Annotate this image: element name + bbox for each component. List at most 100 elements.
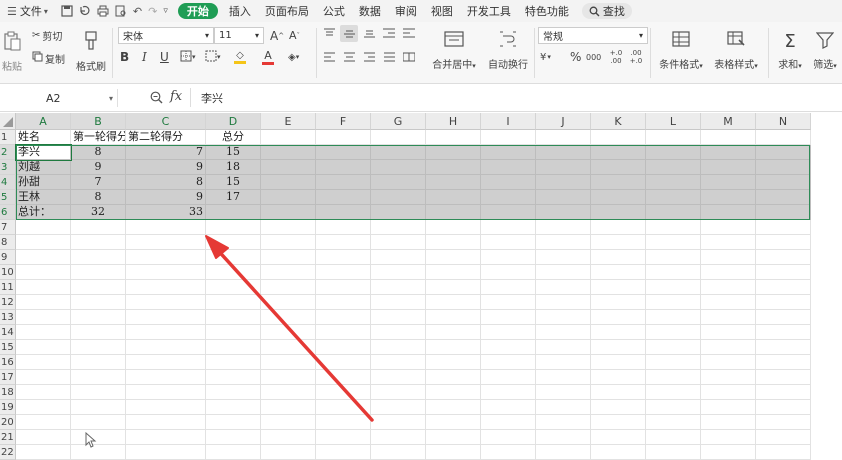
cell-i1[interactable] [481,130,536,145]
cell-i10[interactable] [481,265,536,280]
underline-button[interactable]: U [160,49,169,65]
align-middle-button[interactable] [340,25,358,42]
align-left-button[interactable] [322,50,336,64]
cell-f19[interactable] [316,400,371,415]
column-header-i[interactable]: I [481,113,536,130]
cell-f1[interactable] [316,130,371,145]
cell-j22[interactable] [536,445,591,460]
cell-m3[interactable] [701,160,756,175]
justify-button[interactable] [382,50,396,64]
cell-c1[interactable]: 第二轮得分 [126,130,206,145]
cell-e17[interactable] [261,370,316,385]
cell-b4[interactable]: 7 [71,175,126,190]
cell-g21[interactable] [371,430,426,445]
cell-f5[interactable] [316,190,371,205]
cell-c4[interactable]: 8 [126,175,206,190]
row-header[interactable]: 18 [0,385,16,400]
row-header[interactable]: 20 [0,415,16,430]
cell-h6[interactable] [426,205,481,220]
cell-f8[interactable] [316,235,371,250]
align-center-button[interactable] [342,50,356,64]
cell-i3[interactable] [481,160,536,175]
cell-i8[interactable] [481,235,536,250]
cell-b9[interactable] [71,250,126,265]
cell-e3[interactable] [261,160,316,175]
cell-j9[interactable] [536,250,591,265]
cell-e2[interactable] [261,145,316,160]
cell-b15[interactable] [71,340,126,355]
cell-i18[interactable] [481,385,536,400]
column-header-a[interactable]: A [16,113,71,130]
format-painter-button[interactable]: 格式刷 [76,26,106,78]
cell-i11[interactable] [481,280,536,295]
cell-k4[interactable] [591,175,646,190]
row-header[interactable]: 5 [0,190,16,205]
cell-k12[interactable] [591,295,646,310]
customize-icon[interactable]: ▿ [163,6,168,16]
cell-b12[interactable] [71,295,126,310]
cell-m16[interactable] [701,355,756,370]
cell-g10[interactable] [371,265,426,280]
decrease-font-button[interactable]: Aˇ [289,27,300,44]
percent-button[interactable]: % [570,49,581,65]
cell-i14[interactable] [481,325,536,340]
cell-l11[interactable] [646,280,701,295]
cell-b5[interactable]: 8 [71,190,126,205]
cell-l17[interactable] [646,370,701,385]
cell-j10[interactable] [536,265,591,280]
cell-j1[interactable] [536,130,591,145]
cell-e13[interactable] [261,310,316,325]
cell-a13[interactable] [16,310,71,325]
cell-n6[interactable] [756,205,811,220]
cell-i15[interactable] [481,340,536,355]
tab-special-features[interactable]: 特色功能 [518,0,576,22]
cell-l5[interactable] [646,190,701,205]
cell-d8[interactable] [206,235,261,250]
cell-a1[interactable]: 姓名 [16,130,71,145]
cell-d19[interactable] [206,400,261,415]
cell-c8[interactable] [126,235,206,250]
cell-f20[interactable] [316,415,371,430]
row-header[interactable]: 2 [0,145,16,160]
cell-k11[interactable] [591,280,646,295]
cell-e22[interactable] [261,445,316,460]
cell-a12[interactable] [16,295,71,310]
cell-h12[interactable] [426,295,481,310]
cell-h3[interactable] [426,160,481,175]
cell-j12[interactable] [536,295,591,310]
cell-b13[interactable] [71,310,126,325]
active-cell[interactable]: 李兴 [15,144,72,161]
column-header-k[interactable]: K [591,113,646,130]
cell-j6[interactable] [536,205,591,220]
cell-l16[interactable] [646,355,701,370]
cell-k18[interactable] [591,385,646,400]
cell-k19[interactable] [591,400,646,415]
cell-e21[interactable] [261,430,316,445]
row-header[interactable]: 15 [0,340,16,355]
cell-h13[interactable] [426,310,481,325]
cell-m5[interactable] [701,190,756,205]
cell-d1[interactable]: 总分 [206,130,261,145]
font-size-select[interactable]: 11 ▾ [214,27,264,44]
cell-n5[interactable] [756,190,811,205]
thousands-button[interactable]: 000 [586,49,601,65]
cell-k6[interactable] [591,205,646,220]
cell-m1[interactable] [701,130,756,145]
row-header[interactable]: 4 [0,175,16,190]
cell-m8[interactable] [701,235,756,250]
column-header-e[interactable]: E [261,113,316,130]
cell-g11[interactable] [371,280,426,295]
cell-l6[interactable] [646,205,701,220]
cell-n22[interactable] [756,445,811,460]
column-header-j[interactable]: J [536,113,591,130]
cell-m17[interactable] [701,370,756,385]
cell-b10[interactable] [71,265,126,280]
print-icon[interactable] [97,5,109,17]
cell-g20[interactable] [371,415,426,430]
cell-j3[interactable] [536,160,591,175]
zoom-icon[interactable] [150,91,163,104]
cell-i19[interactable] [481,400,536,415]
cell-d14[interactable] [206,325,261,340]
borders-button[interactable]: ▾ [180,49,196,65]
cell-f2[interactable] [316,145,371,160]
